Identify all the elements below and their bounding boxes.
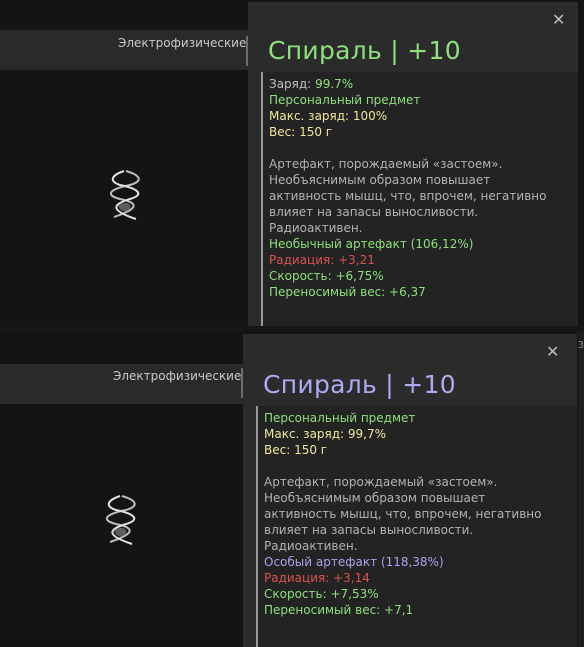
item-title: Спираль | +10 — [263, 370, 456, 399]
item-panel-bottom: Электрофизические ✕ Спираль | +10 Персон… — [0, 332, 584, 647]
rarity-line: Особый артефакт (118,38%) — [264, 555, 444, 569]
carry-weight-stat: Переносимый вес: +7,1 — [264, 603, 414, 617]
radiation-stat: Радиация: +3,14 — [264, 571, 370, 585]
weight-line: Вес: 150 г — [269, 125, 333, 139]
max-charge-line: Макс. заряд: 100% — [269, 109, 388, 123]
category-label: Электрофизические — [118, 36, 247, 50]
edge-glyph: 3 — [577, 340, 584, 351]
charge-label: Заряд: — [269, 77, 312, 91]
info-accent-line — [256, 406, 258, 647]
right-edge-strip — [578, 332, 584, 647]
close-icon[interactable]: ✕ — [552, 12, 565, 28]
info-accent-line — [261, 72, 263, 326]
item-tooltip: ✕ Спираль | +10 Персональный предмет Мак… — [243, 334, 577, 647]
speed-stat: Скорость: +6,75% — [269, 269, 384, 283]
weight-line: Вес: 150 г — [264, 443, 328, 457]
rarity-line: Необычный артефакт (106,12%) — [269, 237, 474, 251]
item-tooltip: ✕ Спираль | +10 Заряд: 99.7% Персональны… — [248, 2, 578, 326]
charge-value: 99.7% — [315, 77, 354, 91]
item-panel-top: Электрофизические ✕ Спираль | +10 Заряд:… — [0, 0, 584, 326]
personal-item-line: Персональный предмет — [269, 93, 421, 107]
artifact-spiral-image — [105, 495, 136, 545]
carry-weight-stat: Переносимый вес: +6,37 — [269, 285, 426, 299]
item-description: Артефакт, порождаемый «застоем». Необъяс… — [264, 475, 542, 553]
artifact-spiral-image — [109, 170, 140, 220]
item-title: Спираль | +10 — [268, 36, 461, 65]
speed-stat: Скорость: +7,53% — [264, 587, 379, 601]
category-label: Электрофизические — [113, 369, 242, 383]
charge-line: Заряд: 99.7% — [269, 76, 353, 92]
radiation-stat: Радиация: +3,21 — [269, 253, 375, 267]
personal-item-line: Персональный предмет — [264, 411, 416, 425]
item-description: Артефакт, порождаемый «застоем». Необъяс… — [269, 157, 547, 235]
close-icon[interactable]: ✕ — [546, 344, 559, 360]
max-charge-line: Макс. заряд: 99,7% — [264, 427, 387, 441]
